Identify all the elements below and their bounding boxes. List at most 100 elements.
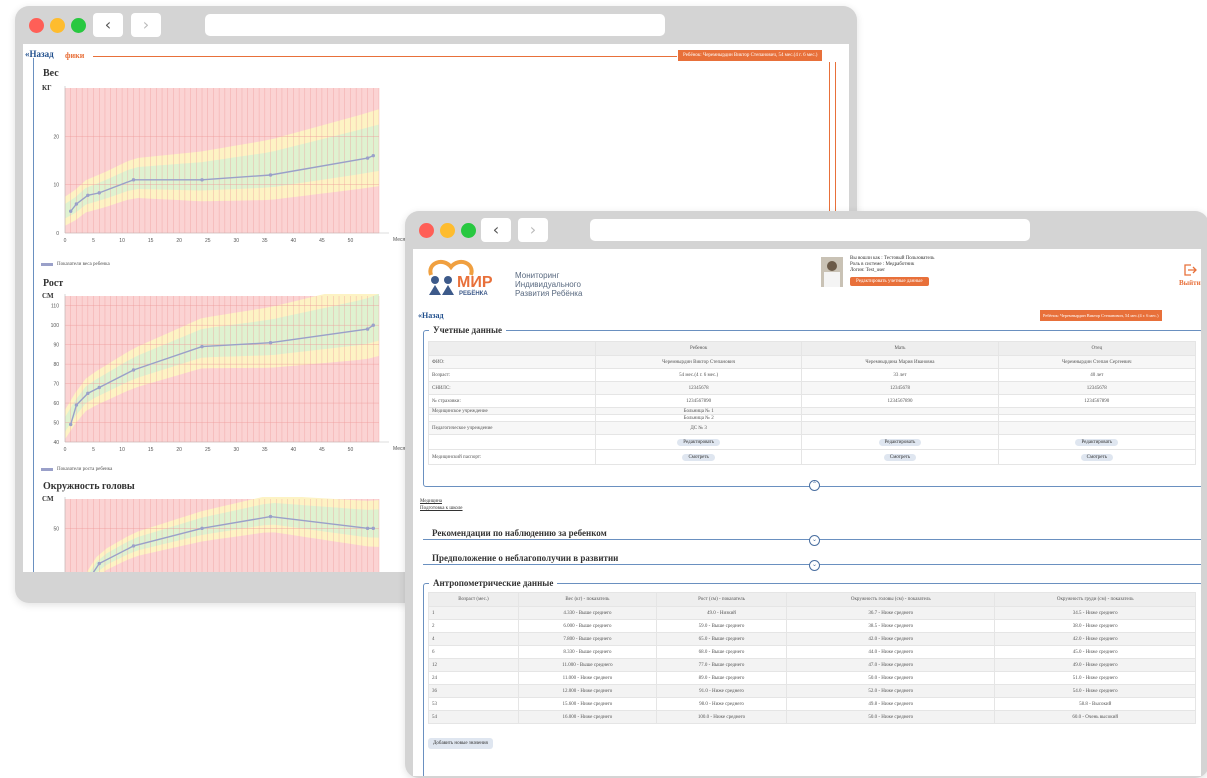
weight-chart: 010200 5 10 15 20 25 30 35 40 45 50 Месяц [53, 86, 408, 244]
view-button[interactable]: Смотреть [1080, 453, 1113, 461]
table-cell: 58.8 - Высокий [994, 697, 1196, 711]
back-link[interactable]: «Назад [418, 311, 443, 320]
link-medicine[interactable]: Медицина [420, 499, 442, 504]
maximize-window-icon[interactable] [71, 18, 86, 33]
table-header-cell: Возраст (мес.) [428, 592, 519, 607]
table-cell: Редактировать [594, 434, 803, 450]
table-cell: 16.000 - Ниже среднего [517, 710, 657, 724]
table-cell: 53 [428, 697, 519, 711]
table-row: 1 4.330 - Выше среднего 49.0 - Низкий 36.7 … [428, 606, 1196, 620]
collapse-icon[interactable]: ⌃ [809, 480, 820, 491]
data-point [131, 544, 136, 548]
table-cell: 38.5 - Ниже среднего [786, 619, 996, 633]
table-cell: 100.0 - Ниже среднего [655, 710, 788, 724]
table-row: 6 8.330 - Выше среднего 68.0 - Выше средне… [428, 645, 1196, 659]
legend-swatch [41, 263, 53, 266]
table-row: 12 11.000 - Выше среднего 77.0 - Выше сред… [428, 658, 1196, 672]
x-tick-label: 30 [233, 238, 239, 244]
table-cell: 4.330 - Выше среднего [517, 606, 657, 620]
back-arrow-icon[interactable]: ‹ [93, 13, 123, 37]
expand-icon[interactable]: ⌄ [809, 560, 820, 571]
logout-icon [1184, 264, 1197, 276]
y-tick-label: 100 [51, 323, 60, 329]
table-cell: 89.0 - Выше среднего [655, 671, 788, 685]
exit-label: Выйти [1179, 279, 1201, 287]
table-cell: Смотреть [594, 449, 803, 465]
section-trouble-title[interactable]: Предположение о неблагополучии в развити… [429, 553, 622, 563]
table-cell: 68.0 - Выше среднего [655, 645, 788, 659]
weight-chart-title: Вес [43, 68, 59, 79]
view-button[interactable]: Смотреть [883, 453, 917, 461]
table-cell: Редактировать [997, 434, 1197, 450]
maximize-window-icon[interactable] [461, 223, 476, 238]
x-tick-label: 40 [291, 447, 297, 453]
back-link[interactable]: «Назад [25, 49, 54, 59]
table-cell: 51.0 - Ниже среднего [994, 671, 1196, 685]
table-cell [997, 407, 1197, 415]
table-cell: 91.0 - Ниже среднего [655, 684, 788, 698]
legend-label: Показатели роста ребенка [57, 467, 113, 472]
table-cell: 52.0 - Ниже среднего [786, 684, 996, 698]
table-row: 24 11.000 - Ниже среднего 89.0 - Выше сред… [428, 671, 1196, 685]
edit-button[interactable]: Редактировать [1075, 438, 1119, 446]
section-recommendations-title[interactable]: Рекомендации по наблюдению за ребенком [429, 528, 610, 538]
y-tick-label: 50 [53, 526, 59, 532]
x-tick-label: 25 [205, 238, 211, 244]
link-school-prep[interactable]: Подготовка к школе [420, 506, 463, 511]
close-window-icon[interactable] [29, 18, 44, 33]
edit-button[interactable]: Редактировать [878, 438, 922, 446]
table-cell: 34.5 - Ниже среднего [994, 606, 1196, 620]
back-arrow-icon[interactable]: ‹ [481, 218, 511, 242]
x-tick-label: 50 [348, 238, 354, 244]
minimize-window-icon[interactable] [50, 18, 65, 33]
table-cell: 54.0 - Ниже среднего [994, 684, 1196, 698]
table-cell: СНИЛС: [428, 381, 596, 395]
profile-page: МИР РЕБЁНКА Мониторинг Индивидуального Р… [413, 249, 1201, 776]
data-point [97, 385, 101, 390]
address-bar[interactable] [590, 219, 1030, 241]
frame-left-rule [33, 58, 34, 572]
table-row: № страховки: 1234567890 1234567890 12345678… [428, 394, 1197, 408]
data-point [371, 153, 375, 158]
close-window-icon[interactable] [419, 223, 434, 238]
edit-account-button[interactable]: Редактировать учетные данные [850, 277, 929, 286]
data-point [131, 178, 136, 182]
table-cell: 40 лет [997, 368, 1197, 382]
view-button[interactable]: Смотреть [682, 453, 715, 461]
data-point [86, 391, 90, 396]
address-bar[interactable] [205, 14, 665, 36]
exit-button[interactable]: Выйти [1179, 263, 1201, 287]
table-cell: 11.000 - Выше среднего [517, 658, 657, 672]
table-header-cell: Вес (кг) - показатель [517, 592, 657, 607]
data-point [74, 202, 79, 206]
table-cell: 42.0 - Ниже среднего [786, 632, 996, 646]
forward-arrow-icon[interactable]: › [518, 218, 548, 242]
data-point [365, 526, 370, 531]
y-tick-label: 110 [51, 304, 59, 310]
x-tick-label: 5 [92, 238, 95, 244]
x-tick-label: 10 [119, 238, 125, 244]
logo-brand: МИР [457, 274, 493, 291]
section-header-partial: фики [65, 51, 85, 60]
forward-arrow-icon[interactable]: › [131, 13, 161, 37]
table-header-cell: Окружность груди (см) - показатель [994, 592, 1196, 607]
table-header-cell: Рост (см) - показатель [655, 592, 788, 607]
titlebar: ‹ › [405, 211, 1207, 249]
data-point [69, 422, 73, 427]
table-cell: 12345678 [801, 381, 999, 395]
expand-icon[interactable]: ⌄ [809, 535, 820, 546]
table-cell [997, 414, 1197, 422]
table-cell: 49.8 - Ниже среднего [786, 697, 996, 711]
add-values-button[interactable]: Добавить новые значения [428, 738, 493, 749]
edit-button[interactable]: Редактировать [677, 438, 720, 446]
table-row: 54 16.000 - Ниже среднего 100.0 - Ниже сре… [428, 710, 1196, 724]
data-point [371, 526, 375, 531]
minimize-window-icon[interactable] [440, 223, 455, 238]
table-row: Педагогическое учреждение ДС № 3 [428, 421, 1197, 435]
table-cell: 15.600 - Ниже среднего [517, 697, 657, 711]
child-badge: Ребёнок: Черемнырдин Виктор Степанович, … [678, 50, 823, 61]
table-cell [801, 414, 999, 422]
table-cell: 49.0 - Ниже среднего [994, 658, 1196, 672]
height-legend: Показатели роста ребенка [41, 467, 112, 472]
table-cell: 49.0 - Низкий [655, 606, 788, 620]
